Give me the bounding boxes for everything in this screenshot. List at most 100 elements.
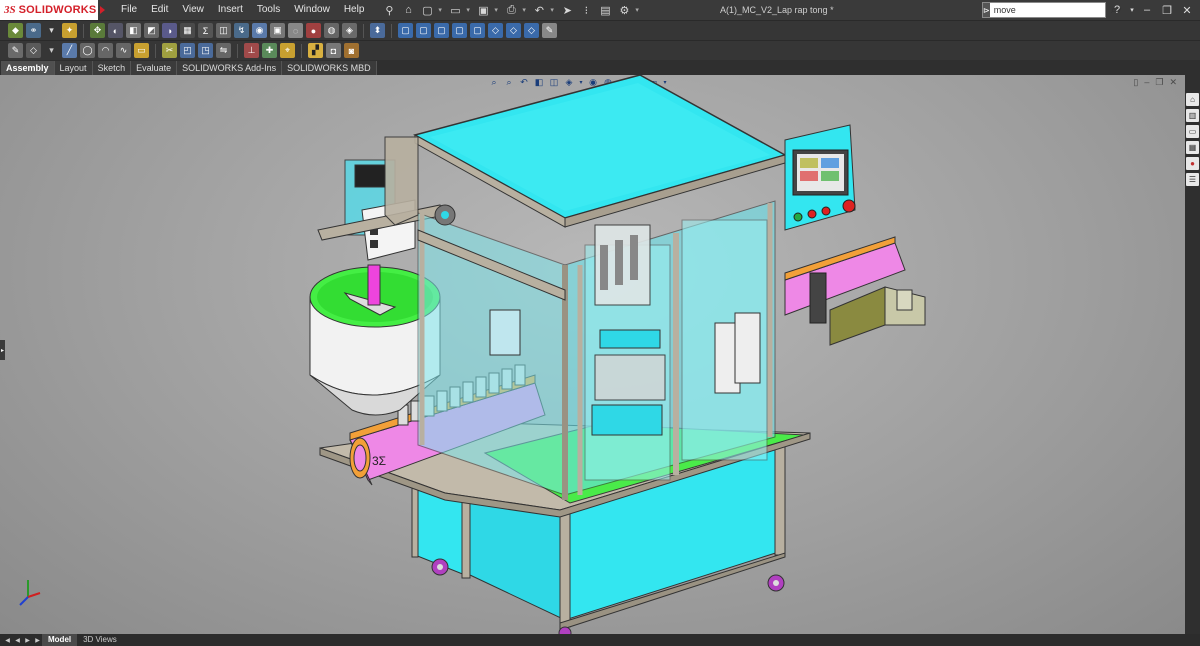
rapid-sketch-icon[interactable]: ▞ <box>308 43 323 58</box>
tab-evaluate[interactable]: Evaluate <box>131 61 178 75</box>
print-dropdown-icon[interactable]: ▾ <box>522 6 528 14</box>
menu-edit[interactable]: Edit <box>144 0 175 20</box>
file-properties-icon[interactable]: ▤ <box>597 2 613 18</box>
dimension-dropdown-icon[interactable]: ▾ <box>44 43 59 58</box>
menu-view[interactable]: View <box>175 0 211 20</box>
assembly-features-icon[interactable]: ◧ <box>126 23 141 38</box>
instant3d-icon[interactable]: ◫ <box>216 23 231 38</box>
mirror-icon[interactable]: ⇋ <box>216 43 231 58</box>
first-tab-arrow-icon[interactable]: ◀ <box>3 637 12 644</box>
convert-entities-icon[interactable]: ◰ <box>180 43 195 58</box>
select-arrow-icon[interactable]: ➤ <box>559 2 575 18</box>
tab-layout[interactable]: Layout <box>54 61 93 75</box>
show-hidden-icon[interactable]: ◐ <box>108 23 123 38</box>
save-icon[interactable]: ▣ <box>475 2 491 18</box>
linear-pattern-icon[interactable]: ▾ <box>44 23 59 38</box>
reference-geometry-icon[interactable]: ◩ <box>144 23 159 38</box>
large-assembly-icon[interactable]: ▣ <box>270 23 285 38</box>
update-speedpak-icon[interactable]: ↯ <box>234 23 249 38</box>
save-dropdown-icon[interactable]: ▾ <box>494 6 500 14</box>
menu-file[interactable]: File <box>114 0 144 20</box>
tab-solidworks-mbd[interactable]: SOLIDWORKS MBD <box>282 61 377 75</box>
menu-insert[interactable]: Insert <box>211 0 250 20</box>
view-back-icon[interactable]: ▢ <box>416 23 431 38</box>
shaded-sketch-icon[interactable]: ◙ <box>344 43 359 58</box>
tab-solidworks-addins[interactable]: SOLIDWORKS Add-Ins <box>177 61 283 75</box>
menu-tools[interactable]: Tools <box>250 0 287 20</box>
new-document-icon[interactable]: ▢ <box>419 2 435 18</box>
trim-icon[interactable]: ✂ <box>162 43 177 58</box>
clearance-icon[interactable]: ● <box>306 23 321 38</box>
view-left-icon[interactable]: ▢ <box>434 23 449 38</box>
relations-icon[interactable]: ⊥ <box>244 43 259 58</box>
tab-3d-views[interactable]: 3D Views <box>77 634 123 646</box>
assembly-model[interactable]: 3Σ <box>0 75 1185 634</box>
restore-icon[interactable]: ❐ <box>1158 1 1176 19</box>
search-input[interactable] <box>989 3 1111 17</box>
traffic-light-icon[interactable]: ⁝ <box>578 2 594 18</box>
smart-dimension-icon[interactable]: ◇ <box>26 43 41 58</box>
view-isometric-icon[interactable]: ◇ <box>488 23 503 38</box>
take-snapshot-icon[interactable]: ◉ <box>252 23 267 38</box>
options-dropdown-icon[interactable]: ▾ <box>635 6 641 14</box>
arc-icon[interactable]: ◠ <box>98 43 113 58</box>
view-trimetric-icon[interactable]: ◇ <box>506 23 521 38</box>
minimize-icon[interactable]: – <box>1138 1 1156 19</box>
next-tab-arrow-icon[interactable]: ▶ <box>23 637 32 644</box>
view-top-icon[interactable]: ▢ <box>470 23 485 38</box>
view-palette-icon[interactable]: ▦ <box>1186 141 1199 154</box>
open-dropdown-icon[interactable]: ▾ <box>466 6 472 14</box>
view-front-icon[interactable]: ▢ <box>398 23 413 38</box>
help-dropdown-icon[interactable]: ▾ <box>1128 1 1136 19</box>
menu-help[interactable]: Help <box>337 0 372 20</box>
offset-icon[interactable]: ◳ <box>198 43 213 58</box>
appearances-icon[interactable]: ● <box>1186 157 1199 170</box>
undo-icon[interactable]: ↶ <box>531 2 547 18</box>
graphics-area[interactable]: ⌕ ⌕ ↶ ◧ ◫ ◈ ▾ ◉ ◍ ◐ ● ▭ ▾ ▯ – ❐ ✕ ▸ <box>0 75 1185 634</box>
interference-icon[interactable]: ◌ <box>288 23 303 38</box>
new-motion-study-icon[interactable]: ◑ <box>162 23 177 38</box>
open-folder-icon[interactable]: ▭ <box>447 2 463 18</box>
sketch-icon[interactable]: ✎ <box>8 43 23 58</box>
menu-window[interactable]: Window <box>287 0 337 20</box>
solidworks-logo[interactable]: 3S SOLIDWORKS <box>0 0 106 20</box>
hole-alignment-icon[interactable]: ◍ <box>324 23 339 38</box>
undo-dropdown-icon[interactable]: ▾ <box>550 6 556 14</box>
new-dropdown-icon[interactable]: ▾ <box>438 6 444 14</box>
move-component-icon[interactable]: ✥ <box>90 23 105 38</box>
pin-icon[interactable]: ⚲ <box>381 2 397 18</box>
mate-icon[interactable]: ⚭ <box>26 23 41 38</box>
custom-properties-icon[interactable]: ☰ <box>1186 173 1199 186</box>
toggle-line-icon[interactable]: ╱ <box>62 43 77 58</box>
help-icon[interactable]: ? <box>1108 1 1126 19</box>
circle-icon[interactable]: ◯ <box>80 43 95 58</box>
smart-fasteners-icon[interactable]: ✦ <box>62 23 77 38</box>
prev-tab-arrow-icon[interactable]: ◀ <box>13 637 22 644</box>
measure-icon[interactable]: ◈ <box>342 23 357 38</box>
rectangle-icon[interactable]: ▭ <box>134 43 149 58</box>
file-explorer-icon[interactable]: ▭ <box>1186 125 1199 138</box>
instant2d-icon[interactable]: ◘ <box>326 43 341 58</box>
bill-of-materials-icon[interactable]: ▦ <box>180 23 195 38</box>
rebuild-icon[interactable]: ✎ <box>542 23 557 38</box>
insert-components-icon[interactable]: ◆ <box>8 23 23 38</box>
isolate-icon[interactable]: ⬍ <box>370 23 385 38</box>
home-icon[interactable]: ⌂ <box>400 2 416 18</box>
close-icon[interactable]: ✕ <box>1178 1 1196 19</box>
design-library-icon[interactable]: ▥ <box>1186 109 1199 122</box>
spline-icon[interactable]: ∿ <box>116 43 131 58</box>
search-scope-icon[interactable]: ⊳ <box>983 3 990 17</box>
options-gear-icon[interactable]: ⚙ <box>616 2 632 18</box>
exploded-view-icon[interactable]: Σ <box>198 23 213 38</box>
print-icon[interactable]: ⎙ <box>503 2 519 18</box>
menu-expand-icon[interactable] <box>100 6 106 14</box>
tab-assembly[interactable]: Assembly <box>1 61 55 75</box>
search-commands[interactable]: ⊳ ⌕ ▾ <box>982 2 1121 18</box>
view-dimetric-icon[interactable]: ◇ <box>524 23 539 38</box>
last-tab-arrow-icon[interactable]: ▶ <box>33 637 42 644</box>
quick-snaps-icon[interactable]: ⌖ <box>280 43 295 58</box>
view-right-icon[interactable]: ▢ <box>452 23 467 38</box>
solidworks-resources-icon[interactable]: ⌂ <box>1186 93 1199 106</box>
view-triad[interactable] <box>19 580 41 606</box>
tab-sketch[interactable]: Sketch <box>92 61 132 75</box>
